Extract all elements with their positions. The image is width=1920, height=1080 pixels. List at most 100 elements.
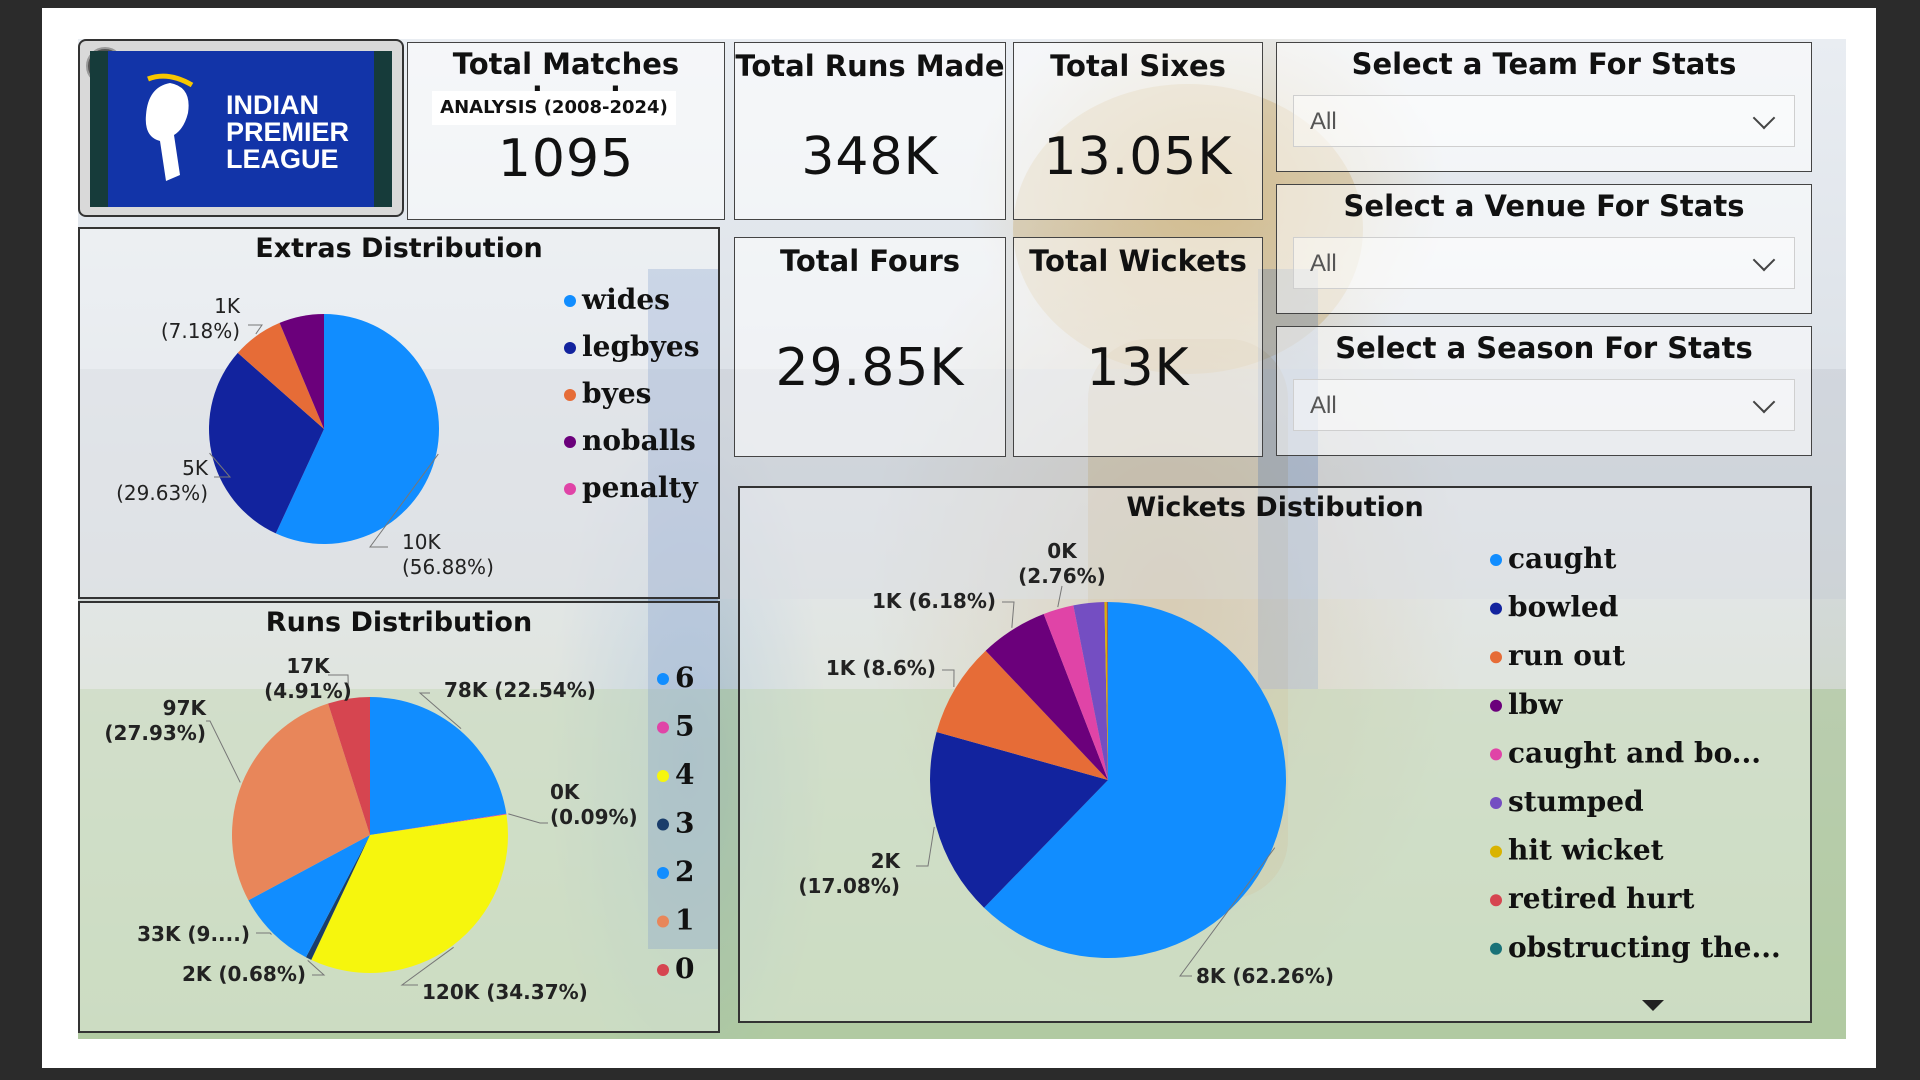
wickets-pie-chart: 8K (62.26%) 2K(17.08%) 1K (8.6%) 1K (6.18%)… xyxy=(798,539,1781,988)
runs-legend-marker-0 xyxy=(657,673,669,685)
slicer-venue: Select a Venue For Stats All xyxy=(1276,184,1812,314)
slicer-venue-title: Select a Venue For Stats xyxy=(1343,189,1745,223)
slicer-venue-dropdown[interactable]: All xyxy=(1293,237,1795,289)
runs-leader-line-1 xyxy=(508,813,548,824)
runs-legend-marker-2 xyxy=(657,770,669,782)
runs-legend-item-0[interactable]: 6 xyxy=(675,661,694,694)
wickets-leader-line-2 xyxy=(942,669,955,688)
runs-data-label: 0K xyxy=(550,780,581,804)
runs-data-label: 97K xyxy=(163,696,208,720)
extras-chart-card: Extras Distribution 10K (56.88%) 5K (29.63%… xyxy=(78,227,720,599)
chevron-down-icon[interactable] xyxy=(1752,248,1776,272)
extras-data-label: 1K xyxy=(214,294,241,318)
chevron-down-icon[interactable] xyxy=(1752,390,1776,414)
wickets-data-label: 2K xyxy=(871,849,902,873)
wickets-data-label: (2.76%) xyxy=(1018,564,1106,588)
kpi-runs-value: 348K xyxy=(801,127,939,187)
logo-line-3: LEAGUE xyxy=(226,144,339,174)
wickets-data-label: (17.08%) xyxy=(798,874,900,898)
slicer-team-dropdown[interactable]: All xyxy=(1293,95,1795,147)
runs-legend-item-3[interactable]: 3 xyxy=(675,807,694,840)
wickets-legend-marker-8 xyxy=(1490,942,1502,955)
wickets-legend-marker-1 xyxy=(1490,602,1502,615)
wickets-legend-marker-6 xyxy=(1490,845,1502,858)
extras-pie-chart: 10K(56.88%) 5K(29.63%) 1K(7.18%) wides legby… xyxy=(116,283,699,579)
extras-legend-item-4[interactable]: penalty xyxy=(582,471,698,504)
runs-legend-marker-4 xyxy=(657,867,669,879)
kpi-runs-title: Total Runs Made xyxy=(735,49,1005,83)
extras-legend-marker-3 xyxy=(564,436,576,448)
wickets-legend-marker-0 xyxy=(1490,554,1502,566)
runs-legend-marker-1 xyxy=(657,721,669,734)
slicer-team-value: All xyxy=(1310,108,1337,135)
wickets-legend-marker-7 xyxy=(1490,894,1502,907)
runs-legend-item-1[interactable]: 5 xyxy=(675,710,694,743)
slicer-season: Select a Season For Stats All xyxy=(1276,326,1812,456)
kpi-fours-value: 29.85K xyxy=(775,338,965,398)
logo-line-1: INDIAN xyxy=(226,90,319,120)
slicer-venue-value: All xyxy=(1310,250,1337,277)
runs-data-label: 78K (22.54%) xyxy=(444,678,596,702)
kpi-wickets-value: 13K xyxy=(1086,338,1190,398)
wickets-legend-item-7[interactable]: retired hurt xyxy=(1508,882,1694,915)
wickets-legend-item-6[interactable]: hit wicket xyxy=(1508,834,1664,867)
wickets-chart-card: Wickets Distibution 8K (62.26%) 2K (17.08%… xyxy=(738,486,1812,1023)
wickets-leader-line-1 xyxy=(916,826,935,867)
runs-data-label: (4.91%) xyxy=(264,679,352,703)
extras-data-label: (7.18%) xyxy=(161,319,240,343)
slicer-season-dropdown[interactable]: All xyxy=(1293,379,1795,431)
runs-legend-marker-6 xyxy=(657,964,669,976)
extras-data-label: 10K xyxy=(402,530,441,554)
batsman-icon xyxy=(145,73,194,181)
slicer-season-value: All xyxy=(1310,392,1337,419)
runs-slice-0[interactable] xyxy=(370,697,507,835)
kpi-sixes-title: Total Sixes xyxy=(1050,49,1226,83)
wickets-legend-item-2[interactable]: run out xyxy=(1508,639,1625,672)
wickets-data-label: 8K (62.26%) xyxy=(1196,964,1334,988)
extras-legend-item-3[interactable]: noballs xyxy=(582,424,696,457)
dashboard-canvas: ← INDIAN PREMIER LEAGUE Total Matches pl… xyxy=(78,39,1846,1039)
runs-legend-marker-5 xyxy=(657,915,669,928)
extras-legend-item-0[interactable]: wides xyxy=(581,283,670,316)
extras-legend-item-2[interactable]: byes xyxy=(582,377,651,410)
wickets-legend-item-3[interactable]: lbw xyxy=(1508,688,1563,721)
extras-legend-item-1[interactable]: legbyes xyxy=(582,330,699,363)
wickets-legend-item-1[interactable]: bowled xyxy=(1508,591,1618,624)
runs-data-label: (0.09%) xyxy=(550,805,638,829)
kpi-wickets-card: Total Wickets 13K xyxy=(1013,237,1263,457)
wickets-legend-item-4[interactable]: caught and bo... xyxy=(1508,736,1761,769)
kpi-fours-title: Total Fours xyxy=(779,244,961,278)
slicer-team-title: Select a Team For Stats xyxy=(1351,47,1737,81)
wickets-data-label: 0K xyxy=(1047,539,1078,563)
runs-data-label: 33K (9....) xyxy=(137,922,250,946)
wickets-legend-item-5[interactable]: stumped xyxy=(1508,785,1644,818)
runs-legend-item-5[interactable]: 1 xyxy=(675,904,694,937)
logo-card: ← INDIAN PREMIER LEAGUE xyxy=(78,39,404,217)
runs-pie-chart: 78K (22.54%) 0K(0.09%) 120K (34.37%) 2K (0.… xyxy=(104,654,694,1004)
extras-data-label: (56.88%) xyxy=(402,555,494,579)
wickets-legend-item-8[interactable]: obstructing the... xyxy=(1508,931,1781,964)
kpi-matches-subtitle: ANALYSIS (2008-2024) xyxy=(432,91,676,125)
kpi-matches-card: Total Matches played ANALYSIS (2008-2024… xyxy=(407,42,725,220)
runs-legend-item-2[interactable]: 4 xyxy=(675,758,694,791)
legend-scroll-down-icon[interactable] xyxy=(1642,1000,1664,1011)
kpi-wickets-title: Total Wickets xyxy=(1029,244,1247,278)
runs-legend-item-4[interactable]: 2 xyxy=(675,855,694,888)
extras-legend-marker-0 xyxy=(564,295,576,307)
runs-data-label: 120K (34.37%) xyxy=(422,980,588,1004)
report-frame: ← INDIAN PREMIER LEAGUE Total Matches pl… xyxy=(42,8,1876,1068)
runs-leader-line-4 xyxy=(256,932,272,935)
runs-legend-item-6[interactable]: 0 xyxy=(675,952,694,985)
kpi-runs-card: Total Runs Made 348K xyxy=(734,42,1006,220)
wickets-legend-marker-3 xyxy=(1490,699,1502,712)
chevron-down-icon[interactable] xyxy=(1752,106,1776,130)
extras-legend-marker-2 xyxy=(564,389,576,401)
wickets-legend-marker-4 xyxy=(1490,748,1502,761)
kpi-fours-card: Total Fours 29.85K xyxy=(734,237,1006,457)
runs-chart-card: Runs Distribution 78K (22.54%) 0K (0.09%) 1… xyxy=(78,601,720,1033)
wickets-legend-marker-2 xyxy=(1490,651,1502,664)
extras-data-label: (29.63%) xyxy=(116,481,208,505)
wickets-legend-marker-5 xyxy=(1490,797,1502,809)
wickets-legend-item-0[interactable]: caught xyxy=(1508,542,1616,575)
extras-legend-marker-1 xyxy=(564,342,576,354)
